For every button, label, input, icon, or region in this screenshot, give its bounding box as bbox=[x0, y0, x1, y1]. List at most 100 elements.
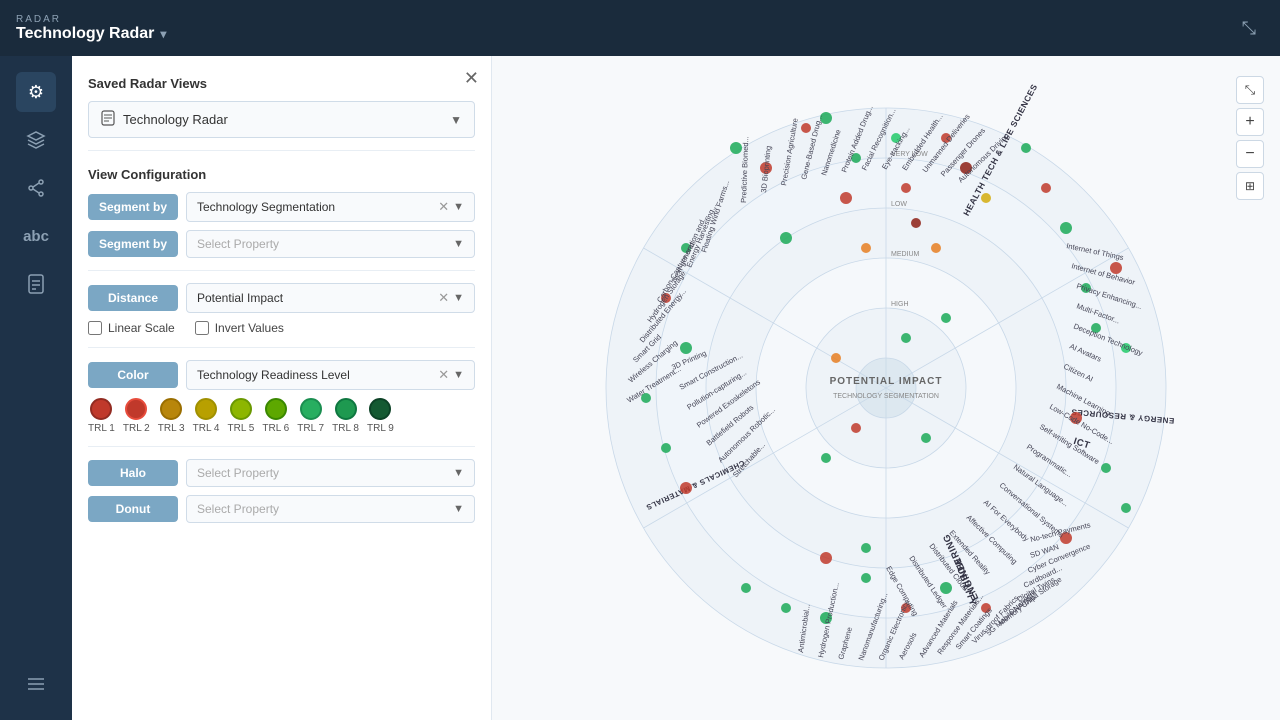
invert-values-input[interactable] bbox=[195, 321, 209, 335]
trl-dot-9 bbox=[369, 398, 391, 420]
svg-text:POTENTIAL IMPACT: POTENTIAL IMPACT bbox=[830, 376, 943, 387]
color-dropdown[interactable]: Technology Readiness Level ✕ ▼ bbox=[186, 360, 475, 390]
trl-dot-5 bbox=[230, 398, 252, 420]
segment-label-2: Segment by bbox=[88, 231, 178, 257]
trl-dot-3 bbox=[160, 398, 182, 420]
view-config-title: View Configuration bbox=[88, 167, 475, 182]
sidebar-icon-settings[interactable]: ⚙ bbox=[16, 72, 56, 112]
linear-scale-input[interactable] bbox=[88, 321, 102, 335]
trl-item-3: TRL 3 bbox=[158, 398, 185, 434]
radar-container: ⤡ + − ⊞ .seg-text { font-size: 9.5px; fo… bbox=[492, 56, 1280, 720]
document-small-icon bbox=[101, 110, 115, 129]
app-title-row: Technology Radar ▾ bbox=[16, 25, 166, 43]
svg-text:LOW: LOW bbox=[891, 201, 907, 208]
saved-view-value: Technology Radar bbox=[123, 112, 450, 127]
top-bar-actions: ⤡ bbox=[1234, 14, 1264, 43]
sidebar-icon-text[interactable]: abc bbox=[16, 216, 56, 256]
trl-label-8: TRL 8 bbox=[332, 423, 359, 434]
segment-placeholder-2: Select Property bbox=[197, 237, 453, 251]
sidebar-icon-layers[interactable] bbox=[16, 120, 56, 160]
brand-label: RADAR bbox=[16, 14, 166, 25]
trl-dot-4 bbox=[195, 398, 217, 420]
separator-2 bbox=[88, 270, 475, 271]
zoom-in-button[interactable]: + bbox=[1236, 108, 1264, 136]
app-logo: RADAR Technology Radar ▾ bbox=[16, 14, 166, 43]
distance-label: Distance bbox=[88, 285, 178, 311]
svg-text:MEDIUM: MEDIUM bbox=[891, 251, 920, 258]
segment-dropdown-1[interactable]: Technology Segmentation ✕ ▼ bbox=[186, 192, 475, 222]
separator-4 bbox=[88, 446, 475, 447]
invert-values-checkbox[interactable]: Invert Values bbox=[195, 321, 284, 335]
segment-row-2: Segment by Select Property ▼ bbox=[88, 230, 475, 258]
trl-dot-7 bbox=[300, 398, 322, 420]
donut-arrow-icon[interactable]: ▼ bbox=[453, 503, 464, 515]
linear-scale-checkbox[interactable]: Linear Scale bbox=[88, 321, 175, 335]
trl-dot-6 bbox=[265, 398, 287, 420]
view-config-section: View Configuration Segment by Technology… bbox=[88, 167, 475, 258]
svg-text:HIGH: HIGH bbox=[891, 301, 909, 308]
halo-row: Halo Select Property ▼ bbox=[88, 459, 475, 487]
segment-clear-1-icon[interactable]: ✕ bbox=[438, 199, 449, 215]
trl-item-8: TRL 8 bbox=[332, 398, 359, 434]
saved-view-arrow-icon: ▼ bbox=[450, 113, 462, 127]
halo-label: Halo bbox=[88, 460, 178, 486]
trl-item-6: TRL 6 bbox=[262, 398, 289, 434]
checkbox-row: Linear Scale Invert Values bbox=[88, 321, 475, 335]
zoom-out-button[interactable]: − bbox=[1236, 140, 1264, 168]
app-title: Technology Radar bbox=[16, 25, 154, 43]
distance-row: Distance Potential Impact ✕ ▼ bbox=[88, 283, 475, 313]
trl-label-5: TRL 5 bbox=[228, 423, 255, 434]
trl-item-4: TRL 4 bbox=[193, 398, 220, 434]
segment-arrow-2-icon[interactable]: ▼ bbox=[453, 238, 464, 250]
zoom-controls: ⤡ + − ⊞ bbox=[1236, 76, 1264, 200]
top-bar: RADAR Technology Radar ▾ ⤡ bbox=[0, 0, 1280, 56]
sidebar-icon-share[interactable] bbox=[16, 168, 56, 208]
color-arrow-icon[interactable]: ▼ bbox=[453, 369, 464, 381]
trl-label-9: TRL 9 bbox=[367, 423, 394, 434]
distance-dropdown[interactable]: Potential Impact ✕ ▼ bbox=[186, 283, 475, 313]
radar-area: ⤡ + − ⊞ .seg-text { font-size: 9.5px; fo… bbox=[492, 56, 1280, 720]
segment-dropdown-2[interactable]: Select Property ▼ bbox=[186, 230, 475, 258]
trl-item-9: TRL 9 bbox=[367, 398, 394, 434]
color-row: Color Technology Readiness Level ✕ ▼ bbox=[88, 360, 475, 390]
trl-label-6: TRL 6 bbox=[262, 423, 289, 434]
distance-clear-icon[interactable]: ✕ bbox=[438, 290, 449, 306]
trl-label-4: TRL 4 bbox=[193, 423, 220, 434]
svg-text:TECHNOLOGY SEGMENTATION: TECHNOLOGY SEGMENTATION bbox=[833, 393, 939, 400]
trl-label-7: TRL 7 bbox=[297, 423, 324, 434]
donut-placeholder: Select Property bbox=[197, 502, 453, 516]
trl-item-5: TRL 5 bbox=[228, 398, 255, 434]
trl-item-7: TRL 7 bbox=[297, 398, 324, 434]
trl-label-2: TRL 2 bbox=[123, 423, 150, 434]
trl-label-1: TRL 1 bbox=[88, 423, 115, 434]
donut-dropdown[interactable]: Select Property ▼ bbox=[186, 495, 475, 523]
trl-item-1: TRL 1 bbox=[88, 398, 115, 434]
segment-value-1: Technology Segmentation bbox=[197, 200, 438, 214]
trl-dot-1 bbox=[90, 398, 112, 420]
halo-arrow-icon[interactable]: ▼ bbox=[453, 467, 464, 479]
collapse-button[interactable]: ⤡ bbox=[1234, 14, 1264, 43]
trl-legend: TRL 1 TRL 2 TRL 3 TRL 4 TRL 5 TRL 6 TRL 7 TRL 8… bbox=[88, 398, 475, 434]
separator-1 bbox=[88, 150, 475, 151]
distance-arrow-icon[interactable]: ▼ bbox=[453, 292, 464, 304]
fit-button[interactable]: ⊞ bbox=[1236, 172, 1264, 200]
saved-view-dropdown[interactable]: Technology Radar ▼ bbox=[88, 101, 475, 138]
config-panel: ✕ Saved Radar Views Technology Radar ▼ V… bbox=[72, 56, 492, 720]
donut-label: Donut bbox=[88, 496, 178, 522]
segment-row-1: Segment by Technology Segmentation ✕ ▼ bbox=[88, 192, 475, 222]
collapse-view-button[interactable]: ⤡ bbox=[1236, 76, 1264, 104]
sidebar-icon-document[interactable] bbox=[16, 264, 56, 304]
radar-chart[interactable]: .seg-text { font-size: 9.5px; font-famil… bbox=[551, 68, 1221, 708]
sidebar-icon-list[interactable] bbox=[16, 664, 56, 704]
halo-dropdown[interactable]: Select Property ▼ bbox=[186, 459, 475, 487]
distance-value: Potential Impact bbox=[197, 291, 438, 305]
halo-placeholder: Select Property bbox=[197, 466, 453, 480]
segment-arrow-1-icon[interactable]: ▼ bbox=[453, 201, 464, 213]
title-chevron[interactable]: ▾ bbox=[160, 27, 166, 41]
invert-values-label: Invert Values bbox=[215, 321, 284, 335]
panel-close-button[interactable]: ✕ bbox=[464, 68, 479, 89]
color-clear-icon[interactable]: ✕ bbox=[438, 367, 449, 383]
separator-3 bbox=[88, 347, 475, 348]
donut-row: Donut Select Property ▼ bbox=[88, 495, 475, 523]
color-label: Color bbox=[88, 362, 178, 388]
